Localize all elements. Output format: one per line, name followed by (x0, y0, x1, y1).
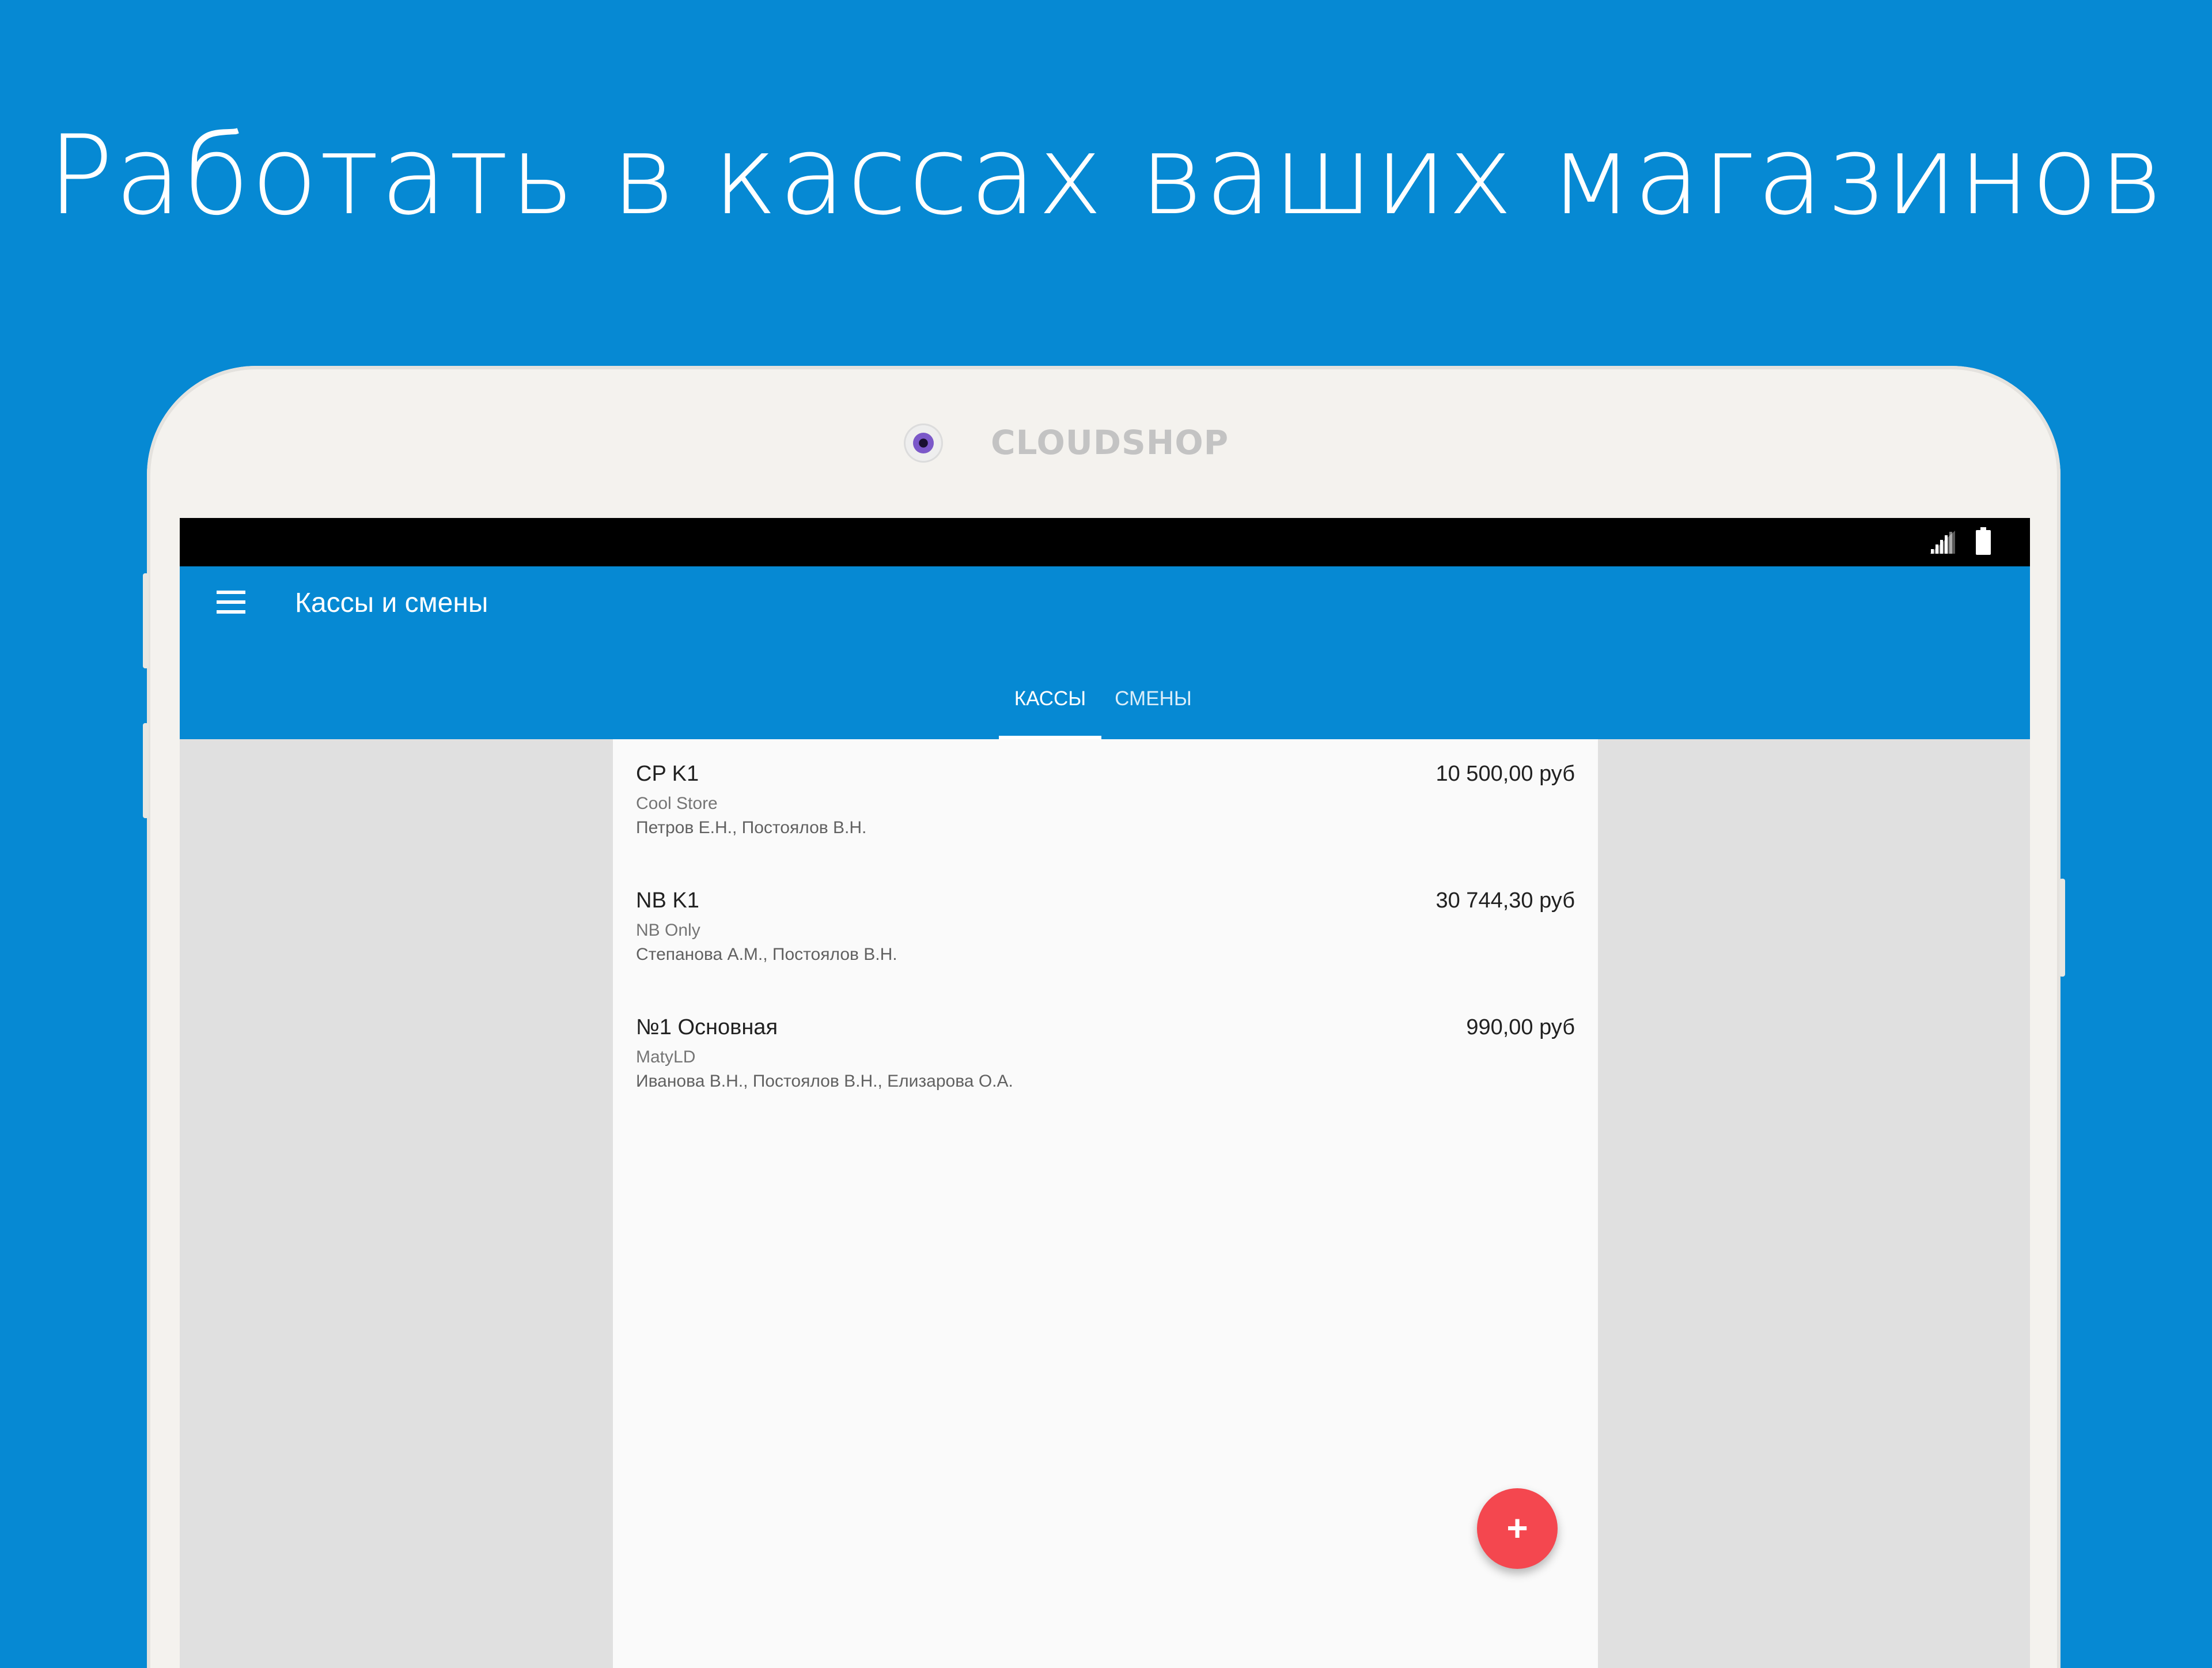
tab-smeny-label: СМЕНЫ (1115, 687, 1192, 710)
camera-icon (906, 425, 941, 461)
register-list-item[interactable]: NB K1 NB Only Степанова А.М., Постоялов … (613, 866, 1598, 993)
register-name: №1 Основная (636, 1015, 778, 1039)
signal-icon (1930, 531, 1955, 554)
tab-smeny[interactable]: СМЕНЫ (1101, 670, 1205, 739)
battery-icon (1976, 527, 1991, 555)
register-name: NB K1 (636, 888, 699, 913)
register-store: NB Only (636, 921, 700, 940)
promo-headline: Работать в кассах ваших магазинов (47, 112, 2165, 239)
register-staff: Иванова В.Н., Постоялов В.Н., Елизарова … (636, 1072, 1013, 1091)
menu-icon[interactable] (217, 591, 245, 614)
registers-list: CP K1 Cool Store Петров Е.Н., Постоялов … (613, 739, 1598, 1668)
register-store: MatyLD (636, 1047, 696, 1066)
tablet-side-button-left-2 (143, 723, 149, 818)
app-bar: Кассы и смены КАССЫ СМЕНЫ (180, 566, 2030, 739)
tablet-side-button-right (2059, 879, 2065, 977)
tablet-screen: Кассы и смены КАССЫ СМЕНЫ CP K1 Cool Sto… (180, 518, 2030, 1668)
tablet-side-button-left-1 (143, 573, 149, 668)
add-register-button[interactable]: + (1477, 1488, 1558, 1569)
plus-icon: + (1506, 1507, 1528, 1549)
register-amount: 990,00 руб (1466, 1015, 1575, 1039)
tab-kassy-label: КАССЫ (1014, 687, 1086, 710)
tab-kassy[interactable]: КАССЫ (999, 670, 1101, 739)
camera-lens (913, 433, 934, 453)
app-bar-title: Кассы и смены (295, 588, 488, 618)
register-list-item[interactable]: №1 Основная MatyLD Иванова В.Н., Постоял… (613, 993, 1598, 1119)
register-amount: 30 744,30 руб (1435, 888, 1575, 913)
register-amount: 10 500,00 руб (1435, 762, 1575, 786)
device-brand-label: CLOUDSHOP (991, 423, 1229, 462)
promo-page: Работать в кассах ваших магазинов CLOUDS… (0, 0, 2212, 1668)
register-staff: Степанова А.М., Постоялов В.Н. (636, 945, 897, 964)
register-staff: Петров Е.Н., Постоялов В.Н. (636, 818, 867, 837)
register-list-item[interactable]: CP K1 Cool Store Петров Е.Н., Постоялов … (613, 739, 1598, 866)
register-store: Cool Store (636, 794, 718, 813)
status-bar (180, 518, 2030, 566)
register-name: CP K1 (636, 762, 699, 786)
